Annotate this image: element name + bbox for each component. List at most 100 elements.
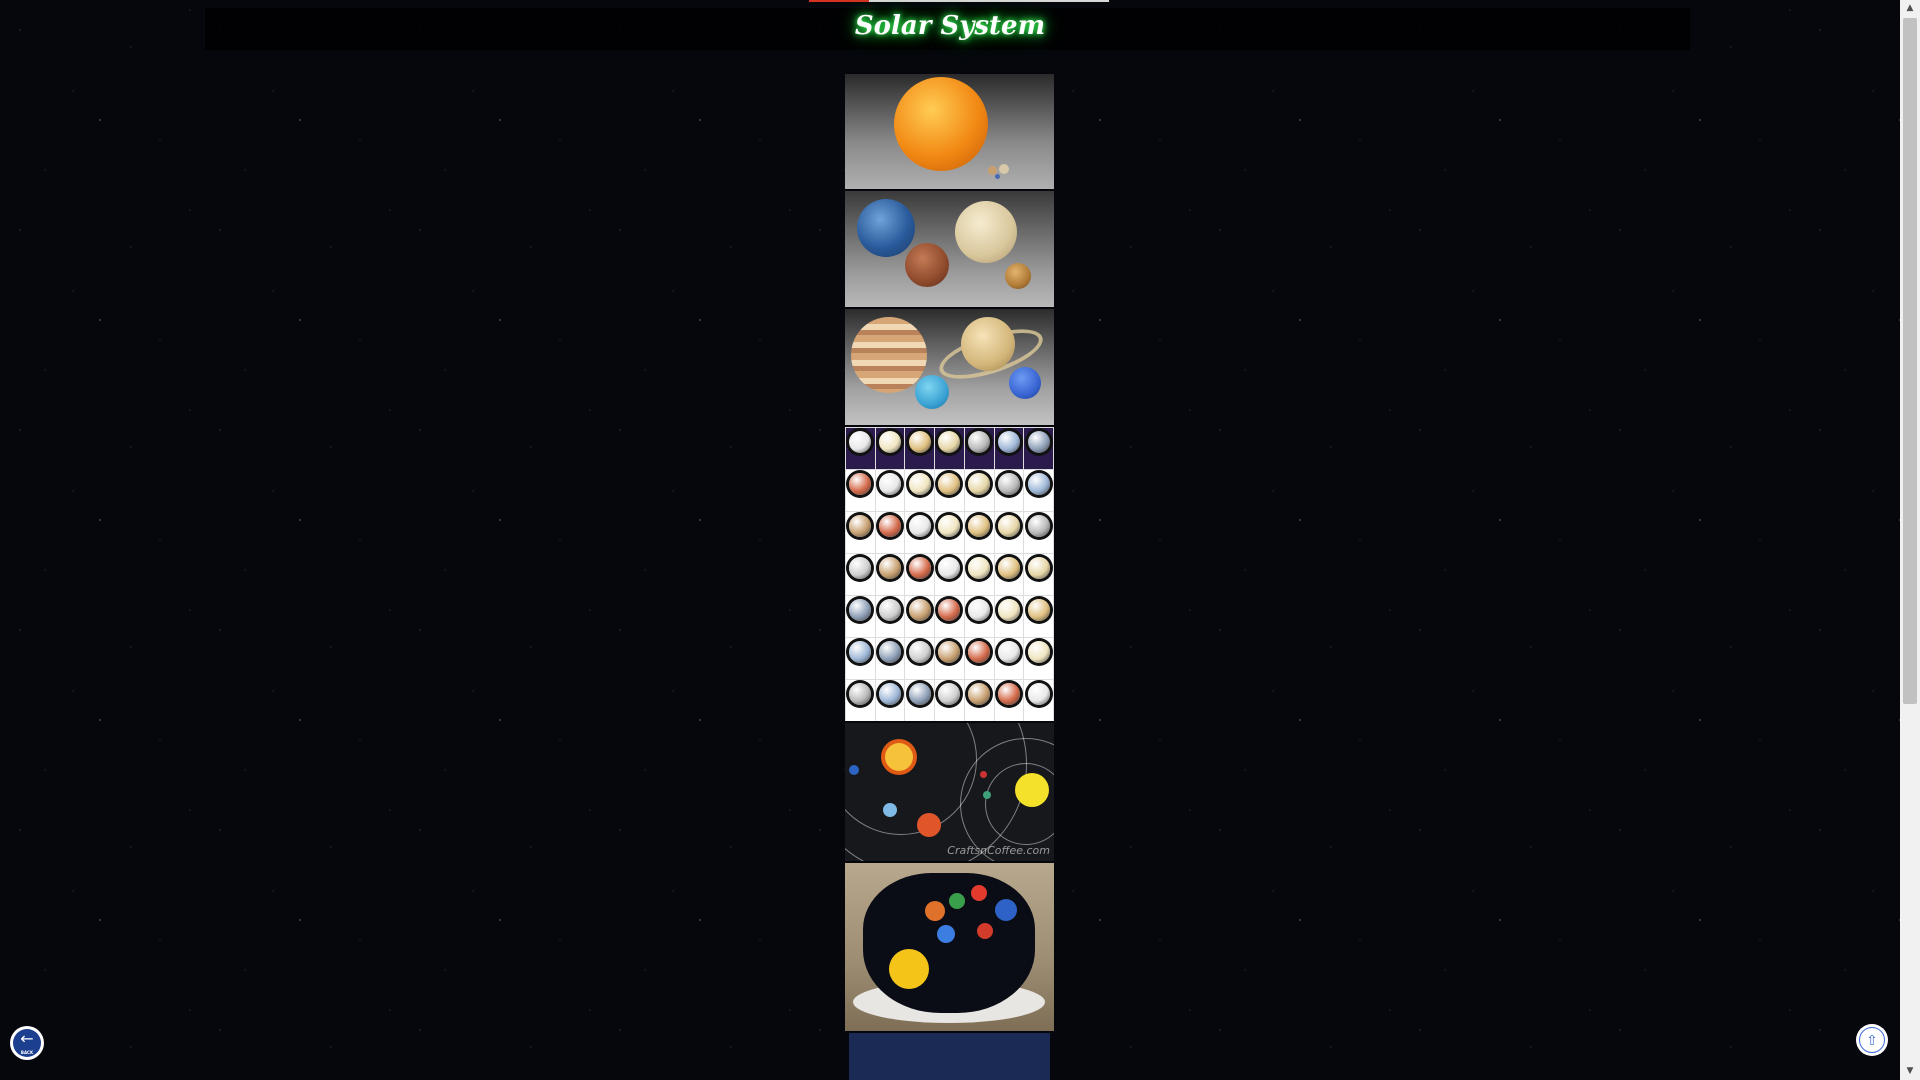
- image-column: CraftsnCoffee.com: [845, 74, 1054, 1080]
- moon-thumbnail: [845, 637, 876, 680]
- moon-orb: [997, 473, 1020, 495]
- partial-next-image[interactable]: [849, 1033, 1050, 1080]
- moon-thumbnail: [874, 553, 906, 596]
- moon-thumbnail: [1023, 637, 1054, 680]
- moon-orb: [1027, 473, 1050, 495]
- scrollbar-thumb[interactable]: [1903, 18, 1917, 704]
- solar-system-model-image[interactable]: CraftsnCoffee.com: [845, 723, 1054, 861]
- moons-grid-row: [845, 637, 1054, 680]
- moon-orb: [997, 683, 1020, 705]
- moon-thumbnail: [904, 553, 936, 596]
- moon-thumbnail: [874, 511, 906, 554]
- moon-orb: [968, 599, 991, 621]
- model-small-planet: [983, 791, 991, 799]
- moon-thumbnail: [934, 595, 965, 638]
- moon-thumbnail: [904, 511, 936, 554]
- cake-sun: [889, 949, 929, 989]
- moon-orb: [879, 599, 902, 621]
- moons-grid-image[interactable]: [845, 427, 1054, 721]
- moon-orb: [997, 515, 1020, 537]
- moon-orb: [997, 431, 1020, 453]
- moon-thumbnail: [963, 511, 995, 554]
- page-progress-bar: [809, 0, 1109, 2]
- moon-orb: [908, 515, 931, 537]
- moon-thumbnail: [1023, 553, 1054, 596]
- moon-orb: [849, 599, 872, 621]
- moon-orb: [849, 431, 872, 453]
- cake-body: [863, 873, 1035, 1013]
- moon-orb: [938, 515, 961, 537]
- moon-thumbnail: [993, 469, 1025, 512]
- earth-graphic: [857, 199, 915, 257]
- moon-thumbnail: [963, 553, 995, 596]
- scroll-up-icon[interactable]: ▲: [1900, 0, 1920, 17]
- mars-graphic: [905, 243, 949, 287]
- moon-thumbnail: [874, 427, 906, 470]
- moon-orb: [879, 431, 902, 453]
- moon-thumbnail: [1023, 595, 1054, 638]
- moon-orb: [879, 473, 902, 495]
- moon-orb: [879, 683, 902, 705]
- moon-orb: [938, 683, 961, 705]
- moon-orb: [1027, 515, 1050, 537]
- moon-orb: [1027, 431, 1050, 453]
- moon-orb: [908, 557, 931, 579]
- moon-thumbnail: [993, 679, 1025, 721]
- moon-thumbnail: [963, 427, 995, 470]
- scroll-down-icon[interactable]: ▼: [1900, 1063, 1920, 1080]
- moon-orb: [1027, 683, 1050, 705]
- solar-system-cake-image[interactable]: [845, 863, 1054, 1031]
- moon-thumbnail: [904, 637, 936, 680]
- moon-orb: [1027, 599, 1050, 621]
- moon-orb: [938, 473, 961, 495]
- moon-thumbnail: [845, 553, 876, 596]
- moon-thumbnail: [874, 469, 906, 512]
- moon-orb: [908, 599, 931, 621]
- moon-thumbnail: [904, 427, 936, 470]
- moon-thumbnail: [845, 427, 876, 470]
- cake-planet: [977, 923, 993, 939]
- cake-planet: [995, 899, 1017, 921]
- moon-orb: [938, 641, 961, 663]
- sun-graphic: [894, 77, 988, 171]
- moon-thumbnail: [993, 553, 1025, 596]
- moon-thumbnail: [963, 679, 995, 721]
- model-mars: [917, 813, 941, 837]
- moon-orb: [1027, 641, 1050, 663]
- cake-planet: [949, 893, 965, 909]
- vertical-scrollbar[interactable]: ▲ ▼: [1900, 0, 1920, 1080]
- arrow-left-icon: ←: [20, 1029, 34, 1048]
- moon-thumbnail: [845, 595, 876, 638]
- moon-orb: [879, 515, 902, 537]
- moon-orb: [997, 557, 1020, 579]
- moon-orb: [908, 641, 931, 663]
- moon-orb: [849, 683, 872, 705]
- cake-planet: [937, 925, 955, 943]
- moon-thumbnail: [963, 595, 995, 638]
- moon-thumbnail: [934, 427, 965, 470]
- moon-orb: [879, 641, 902, 663]
- moon-orb: [908, 683, 931, 705]
- cake-planet: [971, 885, 987, 901]
- outer-planets-image[interactable]: [845, 309, 1054, 425]
- moons-grid-row: [845, 595, 1054, 638]
- sun-image[interactable]: [845, 74, 1054, 189]
- back-button[interactable]: ← BACK: [10, 1026, 44, 1060]
- moon-thumbnail: [1023, 511, 1054, 554]
- inner-planets-image[interactable]: [845, 191, 1054, 307]
- moon-thumbnail: [993, 427, 1025, 470]
- watermark-text: CraftsnCoffee.com: [947, 844, 1050, 857]
- mercury-graphic: [1005, 263, 1031, 289]
- moon-orb: [997, 599, 1020, 621]
- moon-thumbnail: [904, 595, 936, 638]
- scroll-to-top-button[interactable]: ⇧: [1856, 1024, 1888, 1056]
- moon-thumbnail: [963, 637, 995, 680]
- moons-grid: [845, 427, 1054, 721]
- moon-thumbnail: [845, 511, 876, 554]
- back-button-inner: ← BACK: [13, 1029, 41, 1057]
- page-progress-fill: [809, 0, 869, 2]
- model-small-planet: [980, 771, 987, 778]
- moons-grid-row: [845, 469, 1054, 512]
- moon-orb: [1027, 557, 1050, 579]
- moon-orb: [908, 431, 931, 453]
